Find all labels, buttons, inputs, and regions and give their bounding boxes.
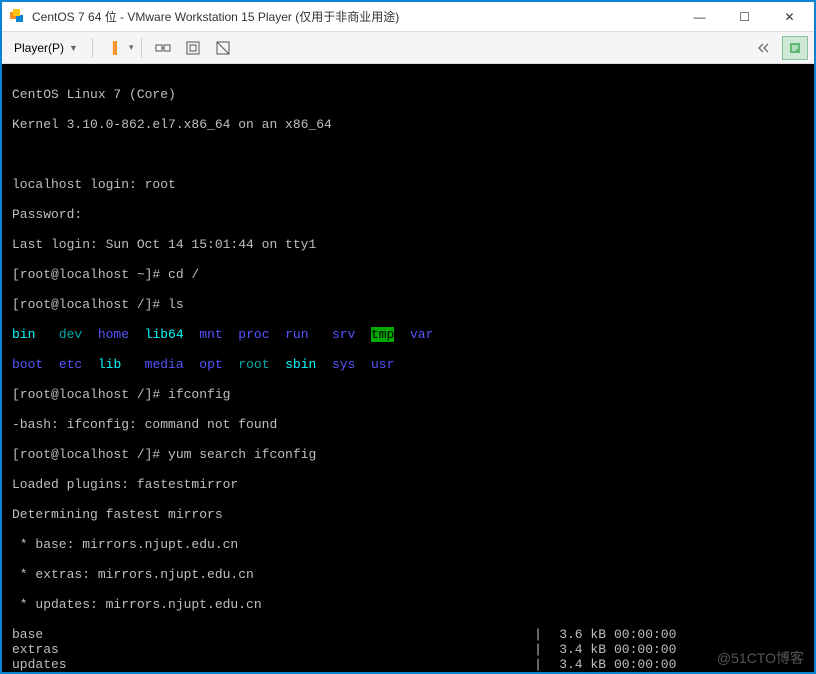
dir-entry: dev (59, 327, 82, 342)
terminal-line: Loaded plugins: fastestmirror (12, 477, 804, 492)
separator: | (532, 627, 544, 642)
toolbar-separator (92, 38, 93, 58)
dir-entry: srv (332, 327, 355, 342)
send-keys-icon (155, 40, 171, 56)
maximize-button[interactable]: ☐ (722, 3, 767, 31)
fullscreen-icon (185, 40, 201, 56)
titlebar: CentOS 7 64 位 - VMware Workstation 15 Pl… (2, 2, 814, 32)
dir-entry: etc (59, 357, 82, 372)
player-menu-label: Player(P) (14, 41, 64, 55)
terminal[interactable]: CentOS Linux 7 (Core) Kernel 3.10.0-862.… (2, 64, 814, 672)
terminal-line: [root@localhost /]# ifconfig (12, 387, 804, 402)
separator: | (532, 642, 544, 657)
terminal-line: -bash: ifconfig: command not found (12, 417, 804, 432)
repo-size: 3.4 kB (544, 642, 614, 657)
terminal-line: * updates: mirrors.njupt.edu.cn (12, 597, 804, 612)
dir-entry: sys (332, 357, 355, 372)
toolbar-separator (141, 38, 142, 58)
terminal-line: [root@localhost /]# yum search ifconfig (12, 447, 804, 462)
terminal-line: Password: (12, 207, 804, 222)
terminal-line: Kernel 3.10.0-862.el7.x86_64 on an x86_6… (12, 117, 804, 132)
dir-entry: usr (371, 357, 394, 372)
double-chevron-left-icon (757, 43, 773, 53)
separator: | (532, 657, 544, 672)
terminal-line: [root@localhost ~]# cd / (12, 267, 804, 282)
dir-entry: run (285, 327, 308, 342)
dir-entry: sbin (285, 357, 316, 372)
terminal-line: Determining fastest mirrors (12, 507, 804, 522)
ls-output-row: bin dev home lib64 mnt proc run srv tmp … (12, 327, 804, 342)
chevron-down-icon[interactable]: ▾ (129, 42, 134, 53)
repo-name: extras (12, 642, 532, 657)
close-button[interactable]: ✕ (767, 3, 812, 31)
repo-time: 00:00:00 (614, 657, 694, 672)
unity-icon (215, 40, 231, 56)
ls-output-row: boot etc lib media opt root sbin sys usr (12, 357, 804, 372)
repo-time: 00:00:00 (614, 627, 694, 642)
vmware-player-icon (10, 9, 26, 25)
repo-row: base|3.6 kB00:00:00 (12, 627, 804, 642)
terminal-line: * extras: mirrors.njupt.edu.cn (12, 567, 804, 582)
toolbar: Player(P) ▼ || ▾ (2, 32, 814, 64)
terminal-line (12, 147, 804, 162)
dir-entry: proc (238, 327, 269, 342)
terminal-line: [root@localhost /]# ls (12, 297, 804, 312)
dir-entry: home (98, 327, 129, 342)
dir-entry: lib64 (145, 327, 184, 342)
minimize-button[interactable]: — (677, 3, 722, 31)
dir-entry: mnt (199, 327, 222, 342)
send-ctrl-alt-del-button[interactable] (150, 36, 176, 60)
repo-row: updates|3.4 kB00:00:00 (12, 657, 804, 672)
terminal-line: * base: mirrors.njupt.edu.cn (12, 537, 804, 552)
watermark: @51CTO博客 (717, 651, 804, 666)
pause-button[interactable]: || (101, 36, 127, 60)
pause-icon: || (112, 39, 116, 56)
terminal-line: CentOS Linux 7 (Core) (12, 87, 804, 102)
dir-entry: boot (12, 357, 43, 372)
unity-button[interactable] (210, 36, 236, 60)
terminal-line: Last login: Sun Oct 14 15:01:44 on tty1 (12, 237, 804, 252)
window-title: CentOS 7 64 位 - VMware Workstation 15 Pl… (32, 8, 677, 25)
cycle-multiple-monitors-button[interactable] (752, 36, 778, 60)
repo-time: 00:00:00 (614, 642, 694, 657)
dir-entry: bin (12, 327, 35, 342)
repo-name: base (12, 627, 532, 642)
dir-entry: var (410, 327, 433, 342)
repo-name: updates (12, 657, 532, 672)
note-icon (788, 41, 802, 55)
repo-row: extras|3.4 kB00:00:00 (12, 642, 804, 657)
dir-entry: opt (199, 357, 222, 372)
fullscreen-button[interactable] (180, 36, 206, 60)
dir-entry: root (238, 357, 269, 372)
player-menu-button[interactable]: Player(P) ▼ (8, 39, 84, 57)
dir-entry: lib (98, 357, 121, 372)
repo-size: 3.4 kB (544, 657, 614, 672)
terminal-line: localhost login: root (12, 177, 804, 192)
dir-entry: tmp (371, 327, 394, 342)
dir-entry: media (145, 357, 184, 372)
chevron-down-icon: ▼ (69, 43, 78, 53)
preferences-button[interactable] (782, 36, 808, 60)
repo-size: 3.6 kB (544, 627, 614, 642)
